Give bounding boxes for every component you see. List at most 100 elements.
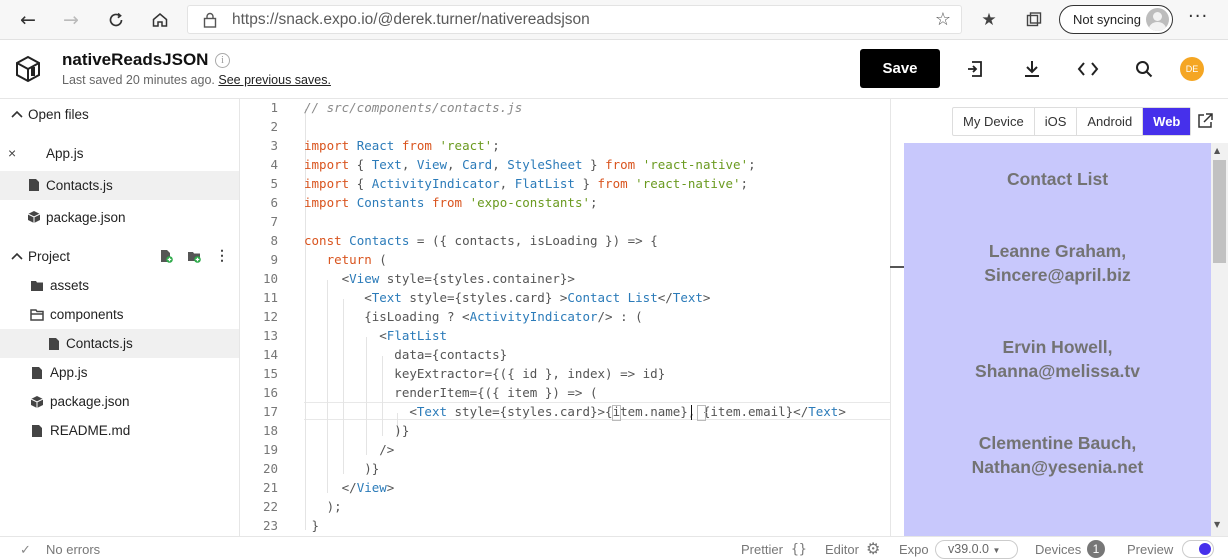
forward-icon[interactable]: → xyxy=(58,7,84,33)
code-line: <Text style={styles.card} >Contact List<… xyxy=(304,290,711,305)
line-number: 15 xyxy=(262,366,278,381)
pane-divider[interactable] xyxy=(890,99,904,536)
file-icon xyxy=(32,367,42,379)
toggle-knob xyxy=(1199,543,1211,555)
new-folder-icon[interactable] xyxy=(187,249,201,263)
line-number: 17 xyxy=(262,404,278,419)
line-number: 5 xyxy=(270,176,278,191)
line-number: 19 xyxy=(262,442,278,457)
embed-qr-icon[interactable] xyxy=(964,57,988,81)
preview-scroll-thumb[interactable] xyxy=(1213,160,1226,263)
code-line: import { ActivityIndicator, FlatList } f… xyxy=(304,176,749,191)
open-file-label: App.js xyxy=(46,146,84,161)
profile-sync-button[interactable]: Not syncing xyxy=(1059,5,1173,34)
status-bar: ✓ No errors Prettier {} Editor ⚙ Expo v3… xyxy=(0,536,1228,560)
tree-item-readme[interactable]: README.md xyxy=(0,416,239,445)
devices-label[interactable]: Devices xyxy=(1035,542,1081,557)
url-text[interactable]: https://snack.expo.io/@derek.turner/nati… xyxy=(232,11,590,29)
prettier-label[interactable]: Prettier xyxy=(741,542,783,557)
tree-item-label: Contacts.js xyxy=(66,336,133,351)
open-files-header[interactable]: Open files xyxy=(0,100,239,129)
collections-icon[interactable] xyxy=(1022,8,1046,32)
open-file-contacts-js[interactable]: Contacts.js xyxy=(0,171,239,200)
sync-label: Not syncing xyxy=(1073,12,1141,27)
code-line: keyExtractor={({ id }, index) => id} xyxy=(304,366,666,381)
editor-label[interactable]: Editor xyxy=(825,542,859,557)
scroll-up-icon[interactable]: ▲ xyxy=(1214,146,1220,155)
line-number-gutter: 1 2 3 4 5 6 7 8 9 10 11 12 13 14 15 16 17 18 19 20 21 22 23 xyxy=(240,99,292,536)
line-number: 18 xyxy=(262,423,278,438)
tree-item-app-js[interactable]: App.js xyxy=(0,358,239,387)
download-icon[interactable] xyxy=(1020,57,1044,81)
open-file-app-js[interactable]: × App.js xyxy=(0,139,239,168)
code-line: <View style={styles.container}> xyxy=(304,271,575,286)
project-name[interactable]: nativeReadsJSON xyxy=(62,50,208,70)
tab-ios[interactable]: iOS xyxy=(1035,108,1078,135)
user-avatar[interactable]: DE xyxy=(1180,57,1204,81)
gear-icon[interactable]: ⚙ xyxy=(866,539,880,559)
code-line: import Constants from 'expo-constants'; xyxy=(304,195,598,210)
line-number: 7 xyxy=(270,214,278,229)
preview-toggle[interactable] xyxy=(1182,540,1214,558)
tab-my-device[interactable]: My Device xyxy=(953,108,1035,135)
last-saved-text: Last saved 20 minutes ago. See previous … xyxy=(62,73,331,87)
devices-count-badge: 1 xyxy=(1087,540,1105,558)
sdk-version-value: v39.0.0 xyxy=(948,542,990,556)
reload-icon[interactable] xyxy=(103,7,129,33)
contact-card: Clementine Bauch, Nathan@yesenia.net xyxy=(971,433,1144,477)
line-number: 11 xyxy=(262,290,278,305)
app-header: nativeReadsJSON i Last saved 20 minutes … xyxy=(0,40,1228,99)
code-line: {isLoading ? <ActivityIndicator/> : ( xyxy=(304,309,643,324)
device-tabs: My Device iOS Android Web xyxy=(952,107,1192,136)
more-options-icon[interactable]: ⋮ xyxy=(215,248,229,262)
file-icon xyxy=(49,338,59,350)
favorites-list-icon[interactable]: ★ xyxy=(977,8,1001,32)
code-line: </View> xyxy=(304,480,395,495)
tree-item-components[interactable]: components xyxy=(0,300,239,329)
project-header[interactable]: Project ⋮ xyxy=(0,242,239,271)
lock-icon xyxy=(203,12,217,28)
more-menu-icon[interactable]: ··· xyxy=(1188,6,1208,27)
errors-status[interactable]: No errors xyxy=(46,542,100,557)
web-preview-screen[interactable]: Contact List Leanne Graham, Sincere@apri… xyxy=(904,143,1211,536)
home-icon[interactable] xyxy=(147,7,173,33)
tab-web[interactable]: Web xyxy=(1143,108,1191,135)
resize-handle-icon[interactable] xyxy=(890,266,904,272)
chevron-up-icon xyxy=(11,252,23,260)
code-editor[interactable]: 1 2 3 4 5 6 7 8 9 10 11 12 13 14 15 16 17 18 19 20 21 22 23 //… xyxy=(240,99,890,536)
code-line: return ( xyxy=(326,252,387,267)
snack-logo[interactable] xyxy=(14,55,42,83)
package-icon xyxy=(27,211,41,223)
sdk-version-select[interactable]: v39.0.0 ▼ xyxy=(935,540,1018,559)
search-icon[interactable] xyxy=(1132,57,1156,81)
line-number: 20 xyxy=(262,461,278,476)
close-icon[interactable]: × xyxy=(8,146,22,160)
open-file-label: package.json xyxy=(46,210,126,225)
back-icon[interactable]: ← xyxy=(15,7,41,33)
info-icon[interactable]: i xyxy=(215,53,230,68)
expo-label: Expo xyxy=(899,542,929,557)
code-line: // src/components/contacts.js xyxy=(304,100,523,115)
browser-toolbar: ← → https://snack.expo.io/@derek.turner/… xyxy=(0,0,1228,40)
open-file-package-json[interactable]: package.json xyxy=(0,203,239,232)
line-number: 22 xyxy=(262,499,278,514)
embed-code-icon[interactable] xyxy=(1076,57,1100,81)
address-bar[interactable]: https://snack.expo.io/@derek.turner/nati… xyxy=(187,5,962,34)
preview-label: Preview xyxy=(1127,542,1174,557)
tree-item-contacts-js[interactable]: Contacts.js xyxy=(0,329,239,358)
tab-android[interactable]: Android xyxy=(1077,108,1144,135)
tree-item-package-json[interactable]: package.json xyxy=(0,387,239,416)
tree-item-assets[interactable]: assets xyxy=(0,271,239,300)
scroll-down-icon[interactable]: ▼ xyxy=(1214,520,1220,529)
braces-icon[interactable]: {} xyxy=(791,542,807,557)
favorite-star-icon[interactable]: ☆ xyxy=(935,9,951,30)
line-number: 14 xyxy=(262,347,278,362)
save-button[interactable]: Save xyxy=(860,49,940,88)
new-file-icon[interactable] xyxy=(159,249,173,263)
see-previous-saves-link[interactable]: See previous saves. xyxy=(218,73,331,87)
project-label: Project xyxy=(28,249,71,264)
open-files-label: Open files xyxy=(28,107,89,122)
open-external-icon[interactable] xyxy=(1196,112,1214,130)
file-icon xyxy=(32,425,42,437)
line-number: 23 xyxy=(262,518,278,533)
